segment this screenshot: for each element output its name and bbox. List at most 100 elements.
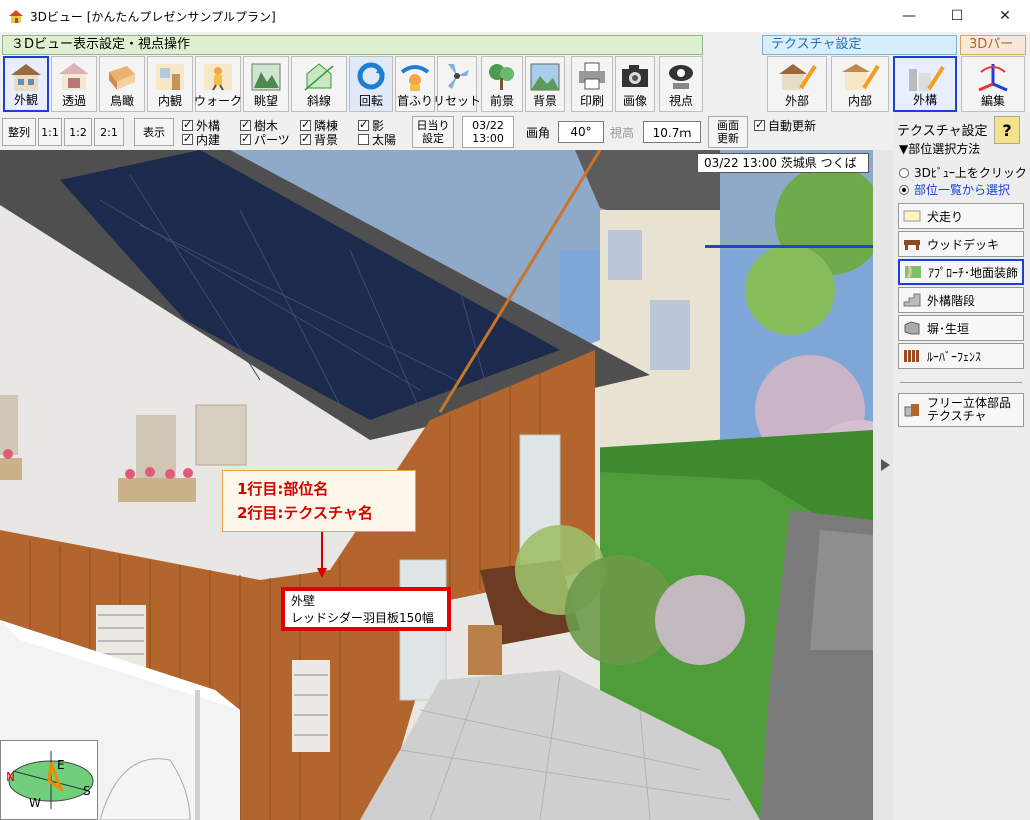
- window-title: 3Dビュー [かんたんプレゼンサンプルプラン]: [30, 9, 276, 24]
- deck-icon: [904, 240, 920, 250]
- annotation-line1: 1行目:部位名: [237, 480, 329, 498]
- eye-height-input[interactable]: 10.7ｍ: [643, 121, 701, 143]
- panel-title: テクスチャ設定: [897, 124, 988, 139]
- part-item-inubashiri[interactable]: 犬走り: [898, 203, 1024, 229]
- help-button[interactable]: ?: [994, 116, 1020, 144]
- free-solid-parts-texture-button[interactable]: フリー立体部品 テクスチャ: [898, 393, 1024, 427]
- checkbox-box[interactable]: [300, 132, 311, 145]
- radio-click-3d[interactable]: 3Dﾋﾞｭｰ上をクリック: [899, 164, 1027, 181]
- sun-checkbox[interactable]: 太陽: [358, 131, 396, 148]
- background-button[interactable]: 背景: [525, 56, 565, 112]
- sunlight-settings-button[interactable]: 日当り 設定: [412, 116, 454, 148]
- view-settings-header: ３Dビュー表示設定・視点操作: [2, 35, 703, 55]
- reset-button[interactable]: リセット: [433, 56, 481, 112]
- compass-s: S: [83, 784, 91, 798]
- foreground-button[interactable]: 前景: [481, 56, 523, 112]
- walk-icon: [204, 64, 232, 91]
- checkbox-box[interactable]: [358, 118, 369, 131]
- datetime-button[interactable]: 03/22 13:00: [462, 116, 514, 148]
- radio-circle[interactable]: [899, 167, 909, 178]
- texture-interior-tab[interactable]: 内部: [831, 56, 889, 112]
- printer-icon: [579, 62, 605, 90]
- compass-w: W: [29, 796, 41, 810]
- free-parts-icon: [904, 404, 919, 417]
- compass-icon: N E S W: [6, 751, 94, 810]
- exterior-view-button[interactable]: 外観: [3, 56, 49, 112]
- texture-exterior-tab[interactable]: 外部: [767, 56, 827, 112]
- background-checkbox[interactable]: 背景: [300, 131, 338, 148]
- part-item-exterior-stairs[interactable]: 外構階段: [898, 287, 1024, 313]
- app-window: 3Dビュー [かんたんプレゼンサンプルプラン] — ☐ ✕ ３Dビュー表示設定・…: [0, 0, 1030, 820]
- part-item-wood-deck[interactable]: ウッドデッキ: [898, 231, 1024, 257]
- vista-view-button[interactable]: 眺望: [243, 56, 289, 112]
- compass-widget[interactable]: N E S W: [0, 740, 98, 820]
- annotation-arrow-icon: [317, 532, 327, 578]
- stairs-icon: [903, 293, 921, 307]
- checkbox-box[interactable]: [300, 118, 311, 131]
- ratio-1-2-button[interactable]: 1:2: [64, 118, 92, 146]
- transparent-view-button[interactable]: 透過: [51, 56, 97, 112]
- compass-e: E: [57, 758, 65, 772]
- panel-splitter[interactable]: [873, 150, 893, 820]
- part-name: 外壁: [291, 594, 316, 608]
- minimize-button[interactable]: —: [886, 0, 932, 32]
- vista-icon: [251, 63, 281, 91]
- head-turn-button[interactable]: 首ふり: [395, 56, 435, 112]
- part-item-approach-ground[interactable]: ｱﾌﾟﾛｰﾁ･地面装飾: [898, 259, 1024, 285]
- birdseye-view-button[interactable]: 鳥瞰: [99, 56, 145, 112]
- compass-n: N: [6, 770, 15, 784]
- image-button[interactable]: 画像: [615, 56, 655, 112]
- annotation-line2: 2行目:テクスチャ名: [237, 504, 373, 522]
- part-item-fence-hedge[interactable]: 塀･生垣: [898, 315, 1024, 341]
- interior-view-button[interactable]: 内観: [147, 56, 193, 112]
- annotation-callout: 1行目:部位名 2行目:テクスチャ名: [222, 470, 416, 532]
- birdseye-icon: [109, 66, 135, 90]
- house-icon: [11, 64, 41, 91]
- checkbox-box[interactable]: [182, 132, 193, 145]
- viewpoint-button[interactable]: 視点: [659, 56, 703, 112]
- head-turn-icon: [400, 65, 430, 91]
- part-item-louver-fence[interactable]: ﾙｰﾊﾞｰﾌｪﾝｽ: [898, 343, 1024, 369]
- checkbox-box[interactable]: [754, 118, 765, 131]
- walk-view-button[interactable]: ウォーク: [194, 56, 242, 112]
- radio-circle[interactable]: [899, 184, 909, 195]
- checkbox-box[interactable]: [358, 134, 369, 145]
- texture-name: レッドシダー羽目板150幅: [291, 611, 434, 625]
- 3d-viewport[interactable]: [0, 150, 873, 820]
- display-button[interactable]: 表示: [134, 118, 174, 146]
- parts-edit-tab[interactable]: 編集: [961, 56, 1025, 112]
- selection-method-label: ▼部位選択方法: [899, 142, 981, 156]
- checkbox-box[interactable]: [240, 132, 251, 145]
- slant-line-button[interactable]: 斜線: [291, 56, 347, 112]
- edit-axes-icon: [978, 64, 1008, 92]
- rotate-button[interactable]: 回転: [349, 56, 393, 112]
- screen-refresh-button[interactable]: 画面 更新: [708, 116, 748, 148]
- ratio-1-1-button[interactable]: 1:1: [38, 118, 62, 146]
- house-app-icon: [9, 10, 23, 23]
- view-angle-input[interactable]: 40°: [558, 121, 604, 143]
- parts-checkbox[interactable]: パーツ: [240, 131, 290, 148]
- viewpoint-icon: [669, 65, 693, 89]
- arrange-button[interactable]: 整列: [2, 118, 36, 146]
- built-in-checkbox[interactable]: 内建: [182, 131, 220, 148]
- checkbox-box[interactable]: [240, 118, 251, 131]
- print-button[interactable]: 印刷: [571, 56, 613, 112]
- house-pencil-icon: [779, 64, 817, 90]
- date-location-tooltip: 03/22 13:00 茨城県 つくば: [697, 153, 869, 173]
- texture-settings-header: テクスチャ設定: [762, 35, 957, 55]
- slant-line-icon: [304, 63, 334, 91]
- transparent-house-icon: [59, 63, 89, 90]
- apron-icon: [903, 210, 921, 222]
- ratio-2-1-button[interactable]: 2:1: [94, 118, 124, 146]
- close-button[interactable]: ✕: [982, 0, 1028, 32]
- room-pencil-icon: [842, 64, 880, 90]
- approach-icon: [905, 265, 921, 279]
- background-icon: [530, 63, 560, 91]
- radio-select-list[interactable]: 部位一覧から選択: [899, 181, 1010, 198]
- auto-refresh-checkbox[interactable]: 自動更新: [754, 117, 816, 134]
- texture-exterior-structure-tab[interactable]: 外構: [893, 56, 957, 112]
- checkbox-box[interactable]: [182, 118, 193, 131]
- eye-height-label: 視高: [610, 126, 635, 140]
- gate-pencil-icon: [909, 65, 945, 91]
- maximize-button[interactable]: ☐: [934, 0, 980, 32]
